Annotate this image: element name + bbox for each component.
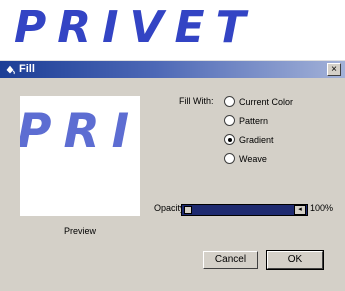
fill-bucket-icon: [5, 64, 15, 75]
opacity-label: Opacity: [154, 203, 185, 213]
opacity-slider[interactable]: ◂: [181, 204, 308, 216]
radio-label: Current Color: [239, 96, 294, 107]
privet-logo: PRIVET: [14, 2, 257, 53]
radio-label: Weave: [239, 153, 267, 164]
radio-current-color[interactable]: Current Color: [224, 95, 293, 108]
radio-gradient[interactable]: Gradient: [224, 133, 274, 146]
slider-left-handle[interactable]: [184, 206, 192, 214]
ok-button[interactable]: OK: [266, 250, 324, 270]
radio-button[interactable]: [224, 134, 235, 145]
dialog-title: Fill: [19, 63, 35, 75]
radio-label: Pattern: [239, 115, 269, 126]
fill-dialog: Fill × PRIV Preview Fill With: Current C…: [0, 60, 345, 291]
preview-pane: PRIV: [20, 96, 140, 216]
fill-with-label: Fill With:: [179, 96, 214, 106]
cancel-button[interactable]: Cancel: [203, 251, 258, 269]
radio-pattern[interactable]: Pattern: [224, 114, 268, 127]
radio-button[interactable]: [224, 96, 235, 107]
radio-label: Gradient: [239, 134, 274, 145]
preview-content: PRIV: [20, 104, 140, 159]
preview-label: Preview: [63, 226, 96, 236]
title-bar[interactable]: Fill ×: [0, 61, 345, 78]
radio-button[interactable]: [224, 115, 235, 126]
radio-button[interactable]: [224, 153, 235, 164]
radio-weave[interactable]: Weave: [224, 152, 267, 165]
close-icon: ×: [331, 64, 337, 75]
slider-right-handle[interactable]: ◂: [294, 205, 306, 215]
close-button[interactable]: ×: [327, 63, 341, 76]
opacity-value: 100%: [310, 203, 334, 213]
